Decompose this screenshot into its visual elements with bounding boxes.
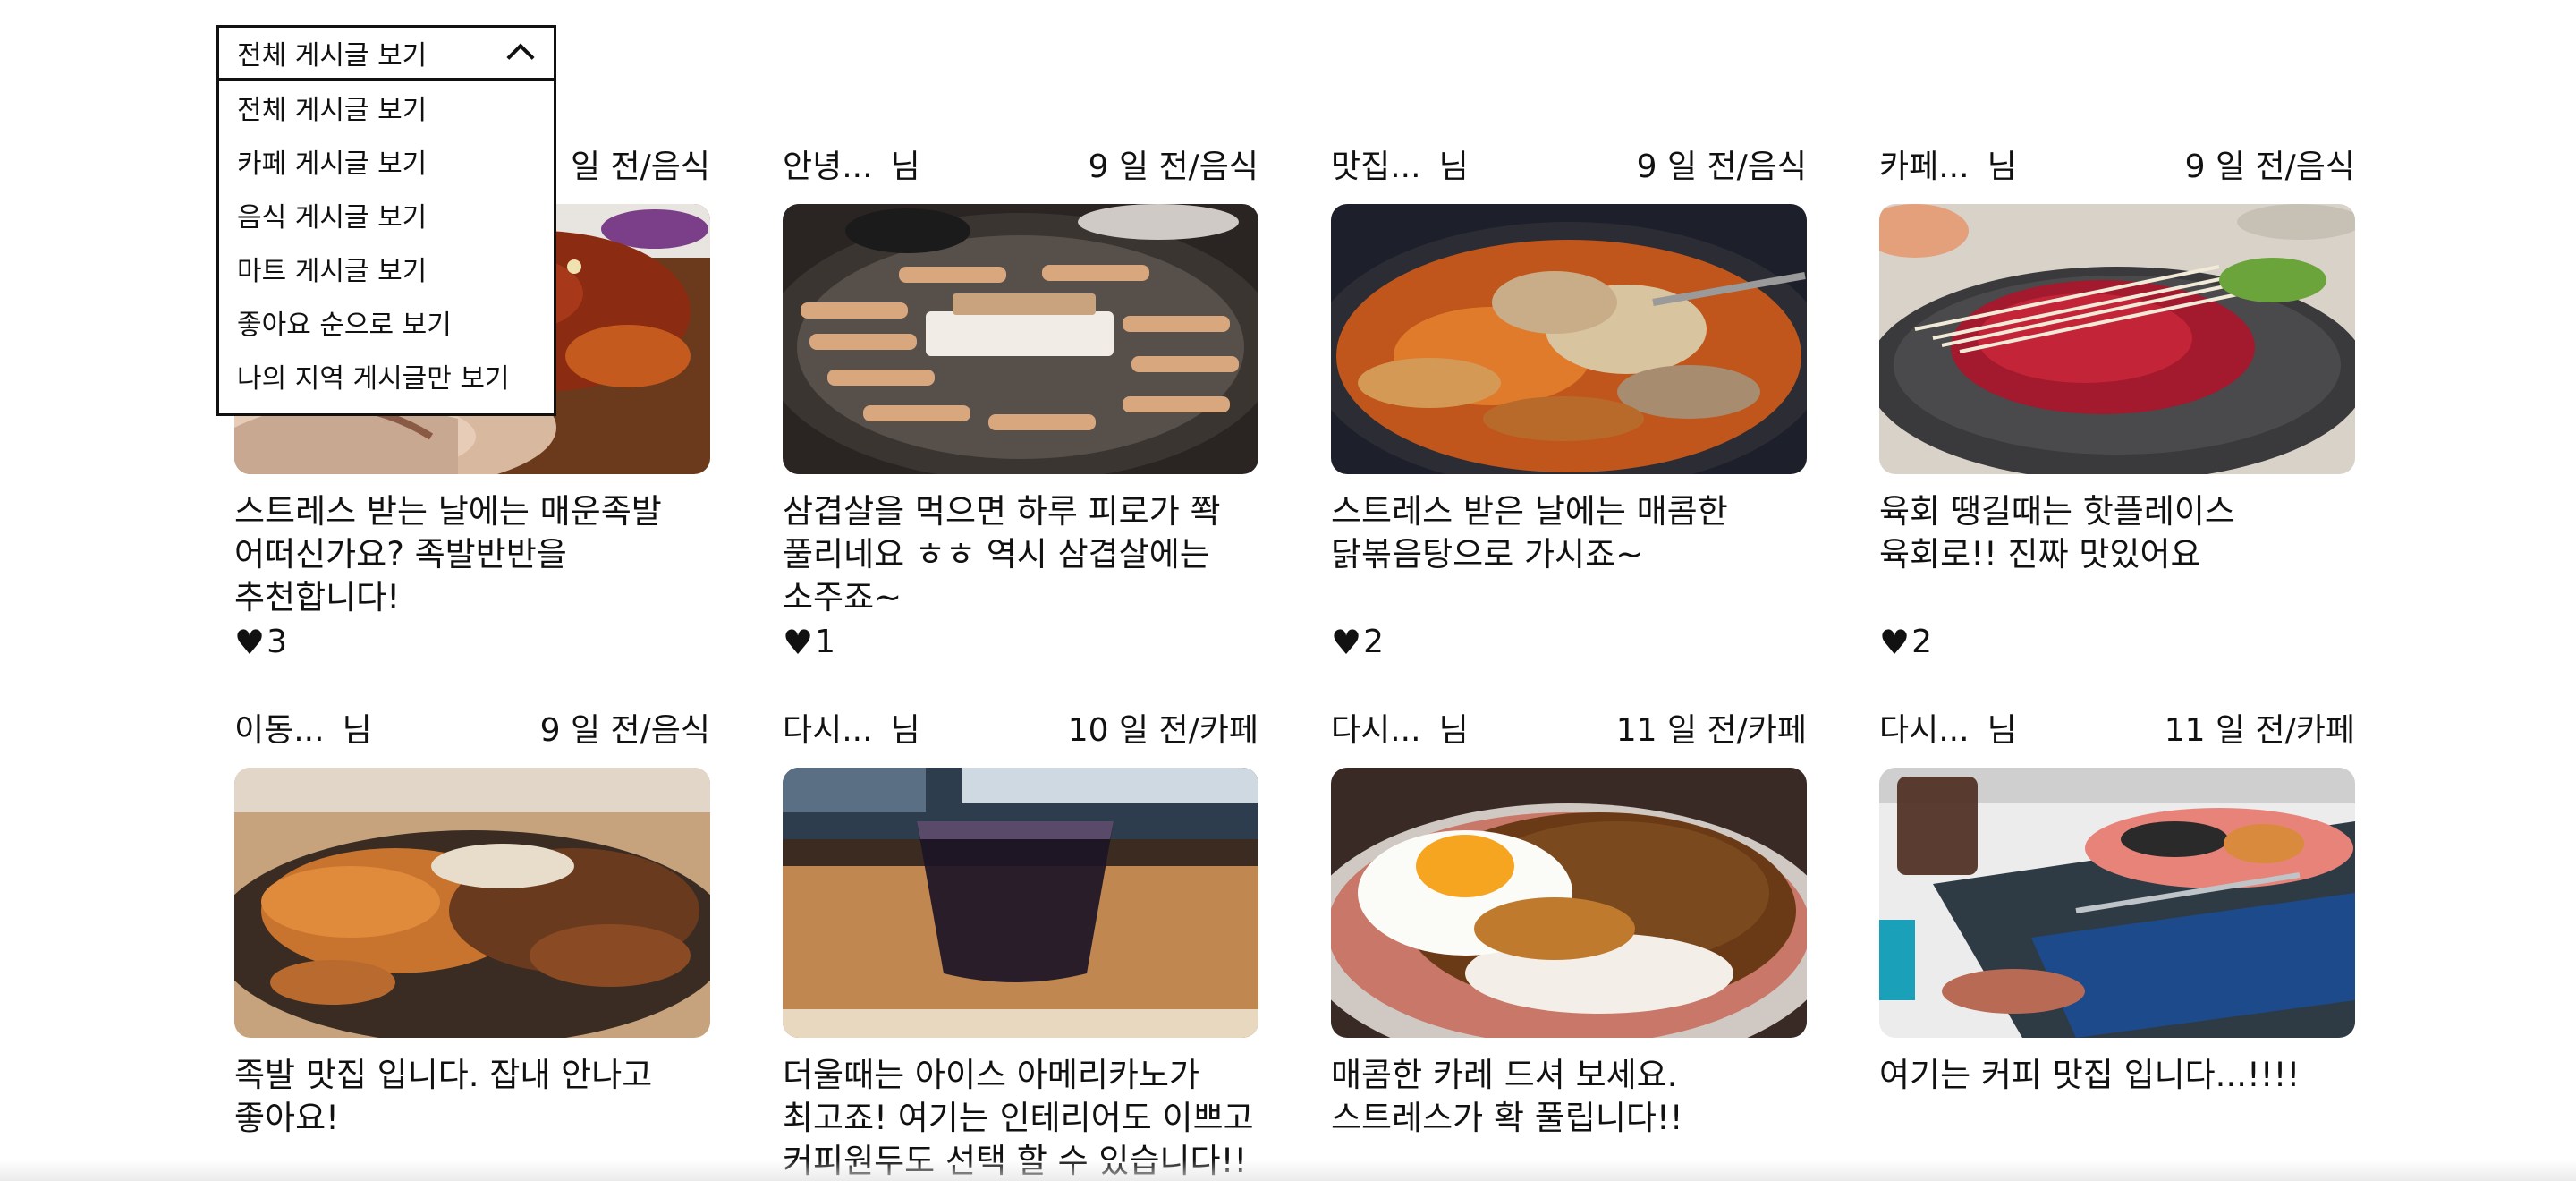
heart-icon: ♥: [1879, 623, 1911, 662]
heart-icon: ♥: [234, 623, 266, 662]
filter-option-my-region[interactable]: 나의 지역 게시글만 보기: [219, 353, 554, 406]
post-author: 다시...: [1331, 712, 1421, 749]
post-card[interactable]: 다시... 님 10 일 전/카페 더울때는 아이스 아메리카노가 최고죠! 여기…: [783, 705, 1258, 1181]
post-header: 맛집... 님 9 일 전/음식: [1331, 141, 1807, 193]
like-count: 2: [1911, 624, 1932, 660]
post-meta: 10 일 전/카페: [1067, 712, 1258, 749]
like-count: 1: [815, 624, 835, 660]
post-meta: 11 일 전/카페: [2164, 712, 2355, 749]
post-photo-dakbokkeumtang[interactable]: [1331, 204, 1807, 474]
post-header: 다시... 님 11 일 전/카페: [1879, 705, 2355, 757]
filter-select[interactable]: 전체 게시글 보기: [219, 28, 554, 81]
post-card[interactable]: 맛집... 님 9 일 전/음식 스트레스 받은 날에는 매콤한 닭볶음탕으로 …: [1331, 141, 1807, 662]
post-likes[interactable]: ♥ 3: [234, 623, 710, 662]
post-author-suffix: 님: [890, 149, 920, 185]
post-author: 안녕...: [783, 149, 873, 185]
post-author-suffix: 님: [1987, 712, 2017, 749]
post-photo-cafe-table[interactable]: [1879, 768, 2355, 1038]
post-photo-jokbal[interactable]: [234, 768, 710, 1038]
filter-option-likes[interactable]: 좋아요 순으로 보기: [219, 299, 554, 353]
post-author: 이동...: [234, 712, 325, 749]
post-meta: 9 일 전/음식: [539, 712, 710, 749]
board-page: 님 일 전/음식: [0, 0, 2576, 1181]
post-header: 카페... 님 9 일 전/음식: [1879, 141, 2355, 193]
post-header: 다시... 님 10 일 전/카페: [783, 705, 1258, 757]
post-likes[interactable]: ♥ 1: [783, 623, 1258, 662]
post-card[interactable]: 다시... 님 11 일 전/카페 여기는 커피 맛집 입니다...!!!!: [1879, 705, 2355, 1181]
filter-dropdown[interactable]: 전체 게시글 보기 전체 게시글 보기 카페 게시글 보기 음식 게시글 보기 …: [216, 25, 556, 416]
post-author: 카페...: [1879, 149, 1970, 185]
like-count: 2: [1363, 624, 1384, 660]
chevron-up-icon: [506, 43, 535, 72]
filter-option-cafe[interactable]: 카페 게시글 보기: [219, 138, 554, 191]
post-header: 다시... 님 11 일 전/카페: [1331, 705, 1807, 757]
post-likes[interactable]: ♥ 2: [1879, 623, 2355, 662]
post-content: 스트레스 받은 날에는 매콤한 닭볶음탕으로 가시죠~: [1331, 492, 1728, 574]
post-card[interactable]: 다시... 님 11 일 전/카페 매콤한 카레 드셔 보세요. 스트레스가 확 …: [1331, 705, 1807, 1181]
post-author: 다시...: [783, 712, 873, 749]
scroll-fade: [0, 1160, 2576, 1181]
post-photo-curry[interactable]: [1331, 768, 1807, 1038]
post-photo-yukhoe[interactable]: [1879, 204, 2355, 474]
post-author: 맛집...: [1331, 149, 1421, 185]
post-author-suffix: 님: [1987, 149, 2017, 185]
post-meta: 11 일 전/카페: [1615, 712, 1807, 749]
filter-selected-label: 전체 게시글 보기: [237, 40, 428, 72]
post-content: 육회 땡길때는 핫플레이스 육회로!! 진짜 맛있어요: [1879, 492, 2235, 574]
filter-options: 전체 게시글 보기 카페 게시글 보기 음식 게시글 보기 마트 게시글 보기 …: [219, 81, 554, 413]
post-author-suffix: 님: [1438, 149, 1469, 185]
post-card[interactable]: 이동... 님 9 일 전/음식 족발 맛집 입니다. 잡내 안나고 좋아요!: [234, 705, 710, 1181]
heart-icon: ♥: [1331, 623, 1362, 662]
filter-option-all[interactable]: 전체 게시글 보기: [219, 84, 554, 138]
post-meta: 9 일 전/음식: [1636, 149, 1807, 185]
post-author-suffix: 님: [342, 712, 372, 749]
post-photo-samgyeopsal[interactable]: [783, 204, 1258, 474]
post-card[interactable]: 안녕... 님 9 일 전/음식 삼겹살을 먹으면 하루 피로가 쫙 풀리네요 …: [783, 141, 1258, 662]
post-author-suffix: 님: [890, 712, 920, 749]
post-author: 다시...: [1879, 712, 1970, 749]
post-photo-iced-americano[interactable]: [783, 768, 1258, 1038]
heart-icon: ♥: [783, 623, 814, 662]
like-count: 3: [267, 624, 287, 660]
filter-option-mart[interactable]: 마트 게시글 보기: [219, 245, 554, 299]
post-card[interactable]: 카페... 님 9 일 전/음식 육회 땡길때는 핫플레이스 육회로!! 진짜 …: [1879, 141, 2355, 662]
post-content: 삼겹살을 먹으면 하루 피로가 쫙 풀리네요 ㅎㅎ 역시 삼겹살에는 소주죠~: [783, 492, 1221, 616]
post-meta: 일 전/음식: [570, 149, 710, 185]
post-likes[interactable]: ♥ 2: [1331, 623, 1807, 662]
post-header: 안녕... 님 9 일 전/음식: [783, 141, 1258, 193]
post-content: 스트레스 받는 날에는 매운족발 어떠신가요? 족발반반을 추천합니다!: [234, 492, 662, 616]
post-meta: 9 일 전/음식: [2184, 149, 2355, 185]
filter-option-food[interactable]: 음식 게시글 보기: [219, 191, 554, 245]
post-meta: 9 일 전/음식: [1088, 149, 1258, 185]
post-author-suffix: 님: [1438, 712, 1469, 749]
post-header: 이동... 님 9 일 전/음식: [234, 705, 710, 757]
